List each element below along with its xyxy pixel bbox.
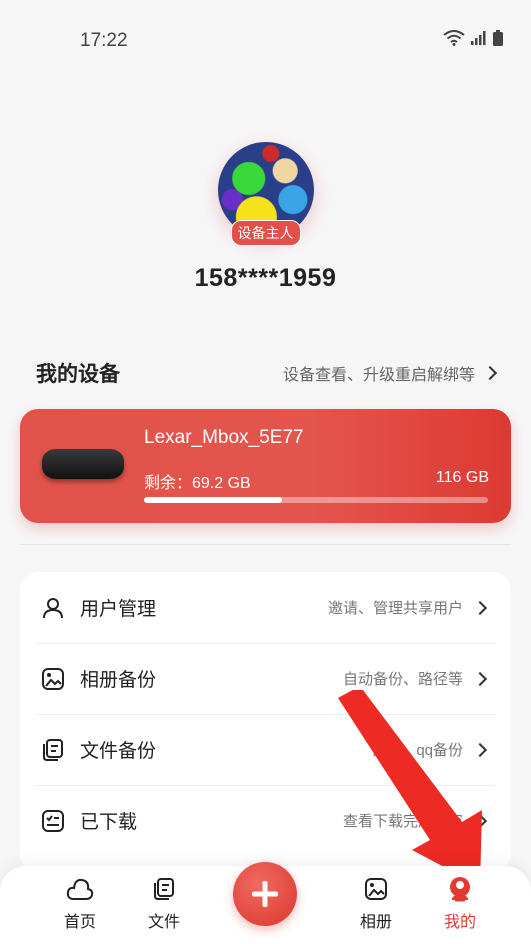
tab-album[interactable]: 相册 [346, 874, 406, 932]
menu-item-user-management[interactable]: 用户管理 邀请、管理共享用户 [20, 572, 511, 643]
photo-icon [346, 874, 406, 904]
menu-item-hint: 查看下载完成内容 [342, 813, 463, 830]
device-manage-link[interactable]: 设备查看、升级重启解绑等 [282, 361, 498, 385]
cloud-icon [50, 874, 110, 904]
divider [20, 544, 511, 545]
profile-section: 设备主人 158****1959 [0, 140, 531, 293]
status-bar: 17:22 [0, 0, 531, 80]
menu-item-label: 用户管理 [80, 599, 157, 620]
my-devices-header: 我的设备 设备查看、升级重启解绑等 [36, 358, 498, 388]
menu-item-label: 已下载 [80, 812, 138, 833]
tab-files[interactable]: 文件 [134, 874, 194, 932]
chevron-right-icon [482, 365, 498, 381]
chevron-right-icon [472, 742, 488, 757]
device-total: 116 GB [435, 469, 489, 486]
menu-item-label: 文件备份 [80, 741, 157, 762]
download-list-icon [40, 808, 66, 834]
chevron-right-icon [472, 600, 488, 615]
tab-label: 相册 [359, 914, 392, 931]
phone-number: 158****1959 [194, 264, 337, 292]
menu-item-downloaded[interactable]: 已下载 查看下载完成内容 [20, 785, 511, 856]
device-manage-link-label: 设备查看、升级重启解绑等 [282, 367, 475, 384]
menu-item-hint: 微信、qq备份 [371, 742, 463, 759]
menu-card: 用户管理 邀请、管理共享用户 相册备份 自动备份、路径等 文件备份 微信、qq备… [20, 572, 511, 872]
device-image [42, 449, 124, 479]
chevron-right-icon [472, 671, 488, 686]
menu-item-file-backup[interactable]: 文件备份 微信、qq备份 [20, 714, 511, 785]
file-icon [40, 737, 66, 763]
battery-icon [493, 30, 503, 46]
file-icon [134, 874, 194, 904]
menu-item-hint: 邀请、管理共享用户 [327, 600, 463, 617]
my-devices-title: 我的设备 [36, 363, 120, 386]
device-card[interactable]: Lexar_Mbox_5E77 剩余：69.2 GB 116 GB [20, 409, 511, 523]
storage-progress-bar [144, 497, 488, 503]
profile-icon [430, 874, 490, 904]
device-name: Lexar_Mbox_5E77 [144, 427, 304, 448]
tab-home[interactable]: 首页 [50, 874, 110, 932]
tab-label: 文件 [147, 914, 180, 931]
photo-icon [40, 666, 66, 692]
tab-mine[interactable]: 我的 [430, 874, 490, 932]
status-time: 17:22 [80, 30, 128, 51]
signal-icon [471, 31, 486, 45]
menu-item-album-backup[interactable]: 相册备份 自动备份、路径等 [20, 643, 511, 714]
user-icon [40, 595, 66, 621]
chevron-right-icon [472, 813, 488, 828]
wifi-icon [443, 30, 465, 46]
add-button[interactable] [233, 862, 297, 926]
device-remaining: 剩余：69.2 GB [144, 475, 251, 492]
owner-badge: 设备主人 [230, 220, 301, 246]
menu-item-label: 相册备份 [80, 670, 157, 691]
tab-label: 我的 [443, 914, 476, 931]
storage-progress-fill [144, 497, 282, 503]
status-icons [443, 30, 503, 46]
plus-icon [252, 881, 278, 907]
tab-label: 首页 [63, 914, 96, 931]
avatar-wrapper[interactable]: 设备主人 [216, 142, 316, 246]
menu-item-hint: 自动备份、路径等 [342, 671, 463, 688]
